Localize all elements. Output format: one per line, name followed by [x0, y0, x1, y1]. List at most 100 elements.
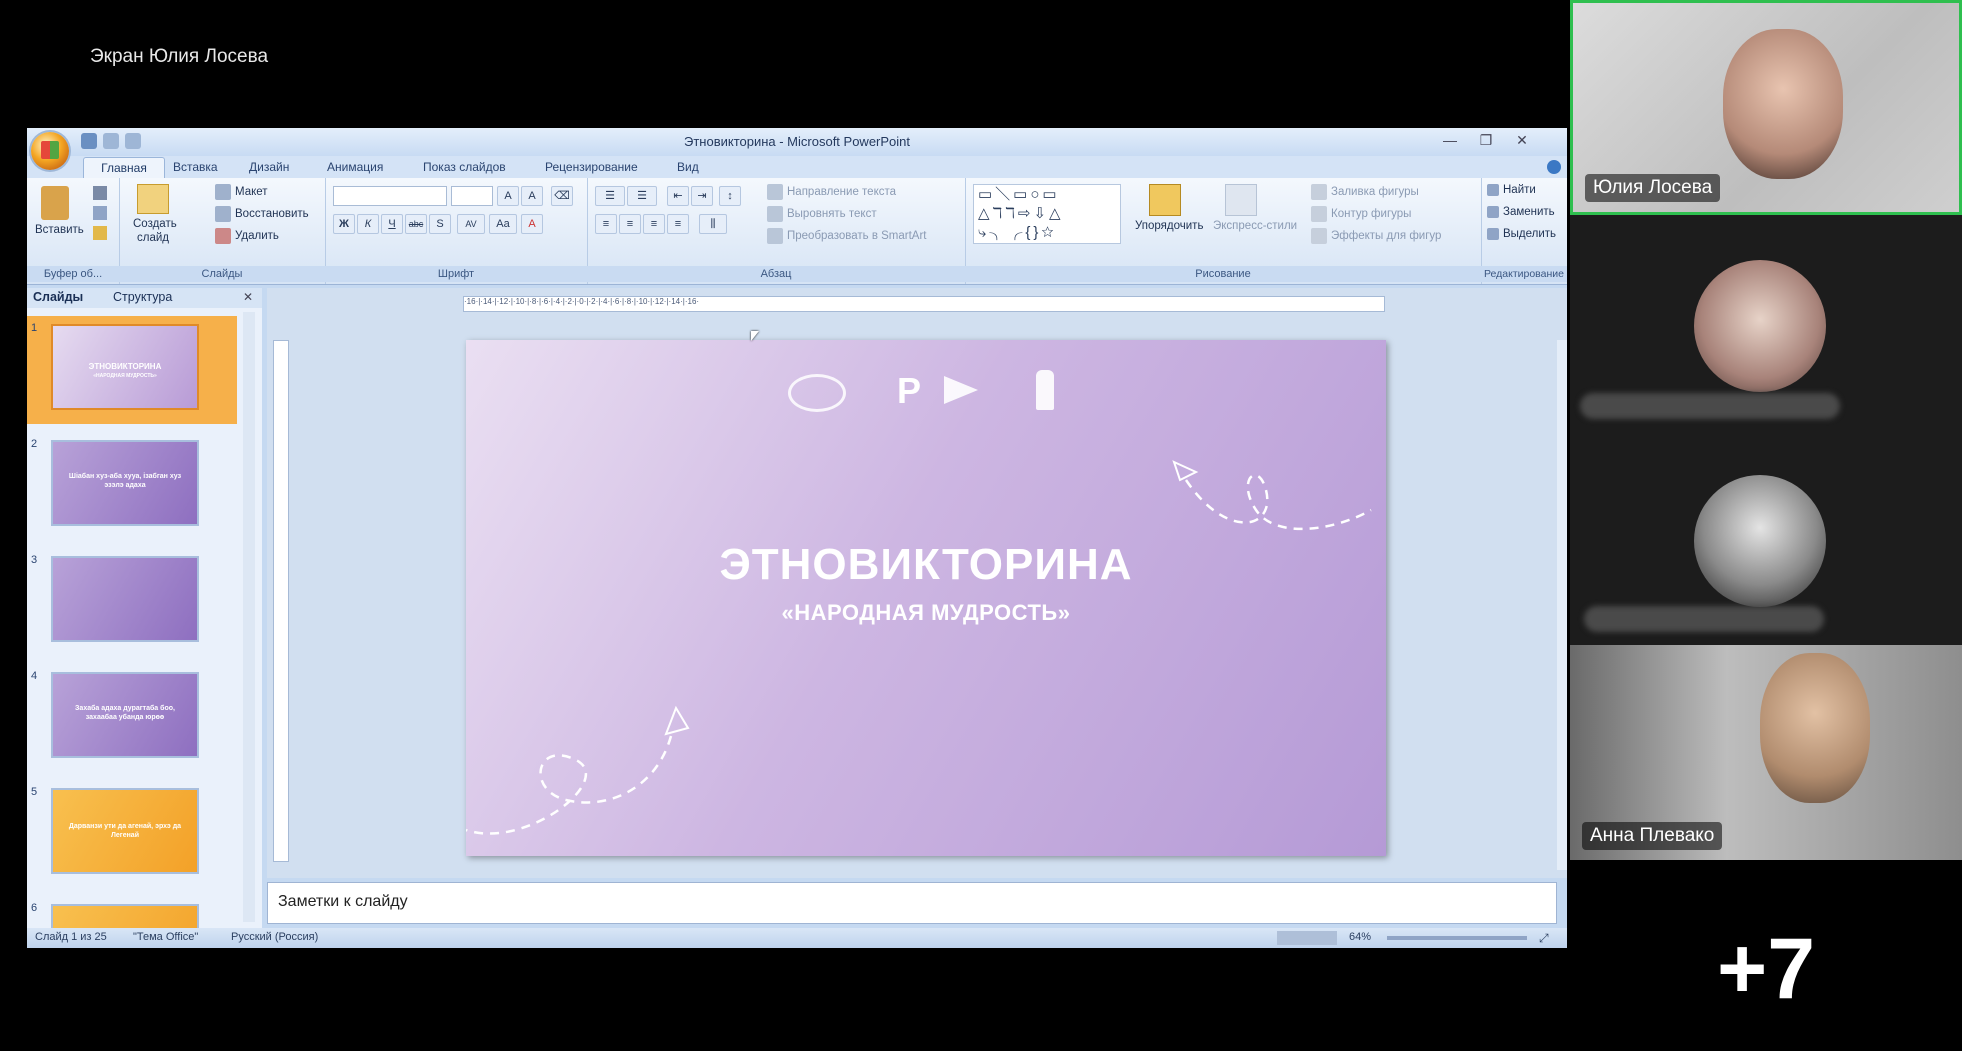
align-right-icon[interactable]: ≡: [643, 214, 665, 234]
fill-icon: [1311, 184, 1327, 200]
underline-button[interactable]: Ч: [381, 214, 403, 234]
more-participants-count[interactable]: +7: [1570, 920, 1962, 1019]
editor-scrollbar[interactable]: [1557, 340, 1567, 870]
paste-icon[interactable]: [41, 186, 69, 220]
italic-button[interactable]: К: [357, 214, 379, 234]
tab-insert[interactable]: Вставка: [173, 160, 218, 174]
smartart-button[interactable]: Преобразовать в SmartArt: [767, 228, 927, 244]
numbering-icon[interactable]: ☰: [627, 186, 657, 206]
reset-icon: [215, 206, 231, 222]
tab-design[interactable]: Дизайн: [249, 160, 289, 174]
zoom-level[interactable]: 64%: [1349, 931, 1371, 943]
columns-icon[interactable]: ⫼: [699, 214, 727, 234]
participant-tile[interactable]: [1570, 215, 1962, 430]
decrease-indent-icon[interactable]: ⇤: [667, 186, 689, 206]
clear-format-icon[interactable]: ⌫: [551, 186, 573, 206]
notes-pane[interactable]: Заметки к слайду: [267, 882, 1557, 924]
new-slide-label-1[interactable]: Создать: [133, 218, 177, 230]
current-slide[interactable]: P ЭТНОВИКТОРИНА «НАРОДНАЯ МУДРОСТЬ»: [466, 340, 1386, 856]
rosmolodezh-logo-icon: P: [896, 370, 921, 411]
shape-effects-button[interactable]: Эффекты для фигур: [1311, 228, 1441, 244]
new-slide-label-2[interactable]: слайд: [137, 232, 169, 244]
quick-styles-button[interactable]: Экспресс-стили: [1213, 220, 1297, 232]
paragraph-group: ☰ ☰ ⇤ ⇥ ↕ ≡ ≡ ≡ ≡ ⫼ Направление текста В…: [587, 178, 966, 284]
justify-icon[interactable]: ≡: [667, 214, 689, 234]
help-icon[interactable]: [1547, 160, 1561, 174]
slide-thumbnail[interactable]: Шіабан хуз-аба хууа, ізабган хуз эзэлэ а…: [51, 440, 199, 526]
align-left-icon[interactable]: ≡: [595, 214, 617, 234]
shrink-font-icon[interactable]: A: [521, 186, 543, 206]
participant-tile-active-speaker[interactable]: Юлия Лосева: [1570, 0, 1962, 215]
layout-icon: [215, 184, 231, 200]
arrange-icon[interactable]: [1149, 184, 1181, 216]
thumbnail-number: 5: [31, 786, 38, 798]
slide-subtitle[interactable]: «НАРОДНАЯ МУДРОСТЬ»: [466, 600, 1386, 626]
cut-icon[interactable]: [93, 186, 107, 200]
tab-review[interactable]: Рецензирование: [545, 160, 638, 174]
participant-avatar: [1694, 475, 1826, 607]
participant-name: Анна Плевако: [1582, 822, 1723, 850]
tab-outline[interactable]: Структура: [113, 290, 172, 304]
arrange-button[interactable]: Упорядочить: [1135, 220, 1203, 232]
paste-button[interactable]: Вставить: [35, 224, 84, 236]
align-center-icon[interactable]: ≡: [619, 214, 641, 234]
font-name-field[interactable]: [333, 186, 447, 206]
quick-styles-icon[interactable]: [1225, 184, 1257, 216]
strikethrough-button[interactable]: abc: [405, 214, 427, 234]
tab-slides[interactable]: Слайды: [33, 290, 83, 304]
office-button-icon[interactable]: [31, 132, 69, 170]
new-slide-icon[interactable]: [137, 184, 169, 214]
participant-tile[interactable]: [1570, 430, 1962, 645]
slide-thumbnail[interactable]: Захаба адаха дурагтаба боо, захаабаа уба…: [51, 672, 199, 758]
layout-button[interactable]: Макет: [215, 184, 268, 200]
close-icon[interactable]: ✕: [1507, 132, 1537, 149]
tab-slideshow[interactable]: Показ слайдов: [423, 160, 506, 174]
select-button[interactable]: Выделить: [1487, 228, 1556, 240]
fit-slide-icon[interactable]: ⤢: [1539, 931, 1549, 946]
find-icon: [1487, 184, 1499, 196]
shape-outline-button[interactable]: Контур фигуры: [1311, 206, 1411, 222]
shadow-button[interactable]: S: [429, 214, 451, 234]
delete-button[interactable]: Удалить: [215, 228, 279, 244]
drawing-group-label: Рисование: [965, 266, 1481, 282]
editing-group: Найти Заменить Выделить Редактирование: [1481, 178, 1567, 284]
thumbnail-number: 4: [31, 670, 38, 682]
screen-share-label: Экран Юлия Лосева: [90, 46, 269, 67]
format-painter-icon[interactable]: [93, 226, 107, 240]
slide-thumbnail[interactable]: [51, 556, 199, 642]
bold-button[interactable]: Ж: [333, 214, 355, 234]
minimize-icon[interactable]: —: [1435, 132, 1465, 148]
mouse-cursor-icon: [751, 331, 759, 341]
tab-animation[interactable]: Анимация: [327, 160, 383, 174]
restore-icon[interactable]: ❐: [1471, 132, 1501, 149]
line-spacing-icon[interactable]: ↕: [719, 186, 741, 206]
panel-scrollbar[interactable]: [243, 312, 255, 922]
shape-fill-button[interactable]: Заливка фигуры: [1311, 184, 1419, 200]
participant-tile[interactable]: Анна Плевако: [1570, 645, 1962, 860]
blurred-name: [1584, 606, 1824, 632]
copy-icon[interactable]: [93, 206, 107, 220]
font-size-field[interactable]: [451, 186, 493, 206]
bullets-icon[interactable]: ☰: [595, 186, 625, 206]
text-direction-button[interactable]: Направление текста: [767, 184, 896, 200]
tab-view[interactable]: Вид: [677, 160, 699, 174]
zoom-slider[interactable]: [1387, 936, 1527, 940]
reset-button[interactable]: Восстановить: [215, 206, 309, 222]
slide-title[interactable]: ЭТНОВИКТОРИНА: [466, 540, 1386, 590]
change-case-button[interactable]: Aa: [489, 214, 517, 234]
slide-thumbnail[interactable]: Дарванзи ути да агенай, эрхэ да Легенай: [51, 788, 199, 874]
view-buttons-icon[interactable]: [1277, 931, 1337, 945]
shapes-gallery[interactable]: ▭＼▭○▭ △ℸℸ⇨⇩△ ⤷╮╭{}☆: [973, 184, 1121, 244]
slide-counter: Слайд 1 из 25: [35, 931, 107, 943]
find-button[interactable]: Найти: [1487, 184, 1536, 196]
slide-thumbnail[interactable]: ЭТНОВИКТОРИНА «НАРОДНАЯ МУДРОСТЬ»: [51, 324, 199, 410]
increase-indent-icon[interactable]: ⇥: [691, 186, 713, 206]
align-text-button[interactable]: Выровнять текст: [767, 206, 877, 222]
language-indicator[interactable]: Русский (Россия): [231, 931, 318, 943]
grow-font-icon[interactable]: A: [497, 186, 519, 206]
spacing-button[interactable]: AV: [457, 214, 485, 234]
replace-button[interactable]: Заменить: [1487, 206, 1555, 218]
font-color-button[interactable]: A: [521, 214, 543, 234]
tab-home[interactable]: Главная: [83, 157, 165, 179]
panel-close-icon[interactable]: ✕: [243, 290, 253, 304]
